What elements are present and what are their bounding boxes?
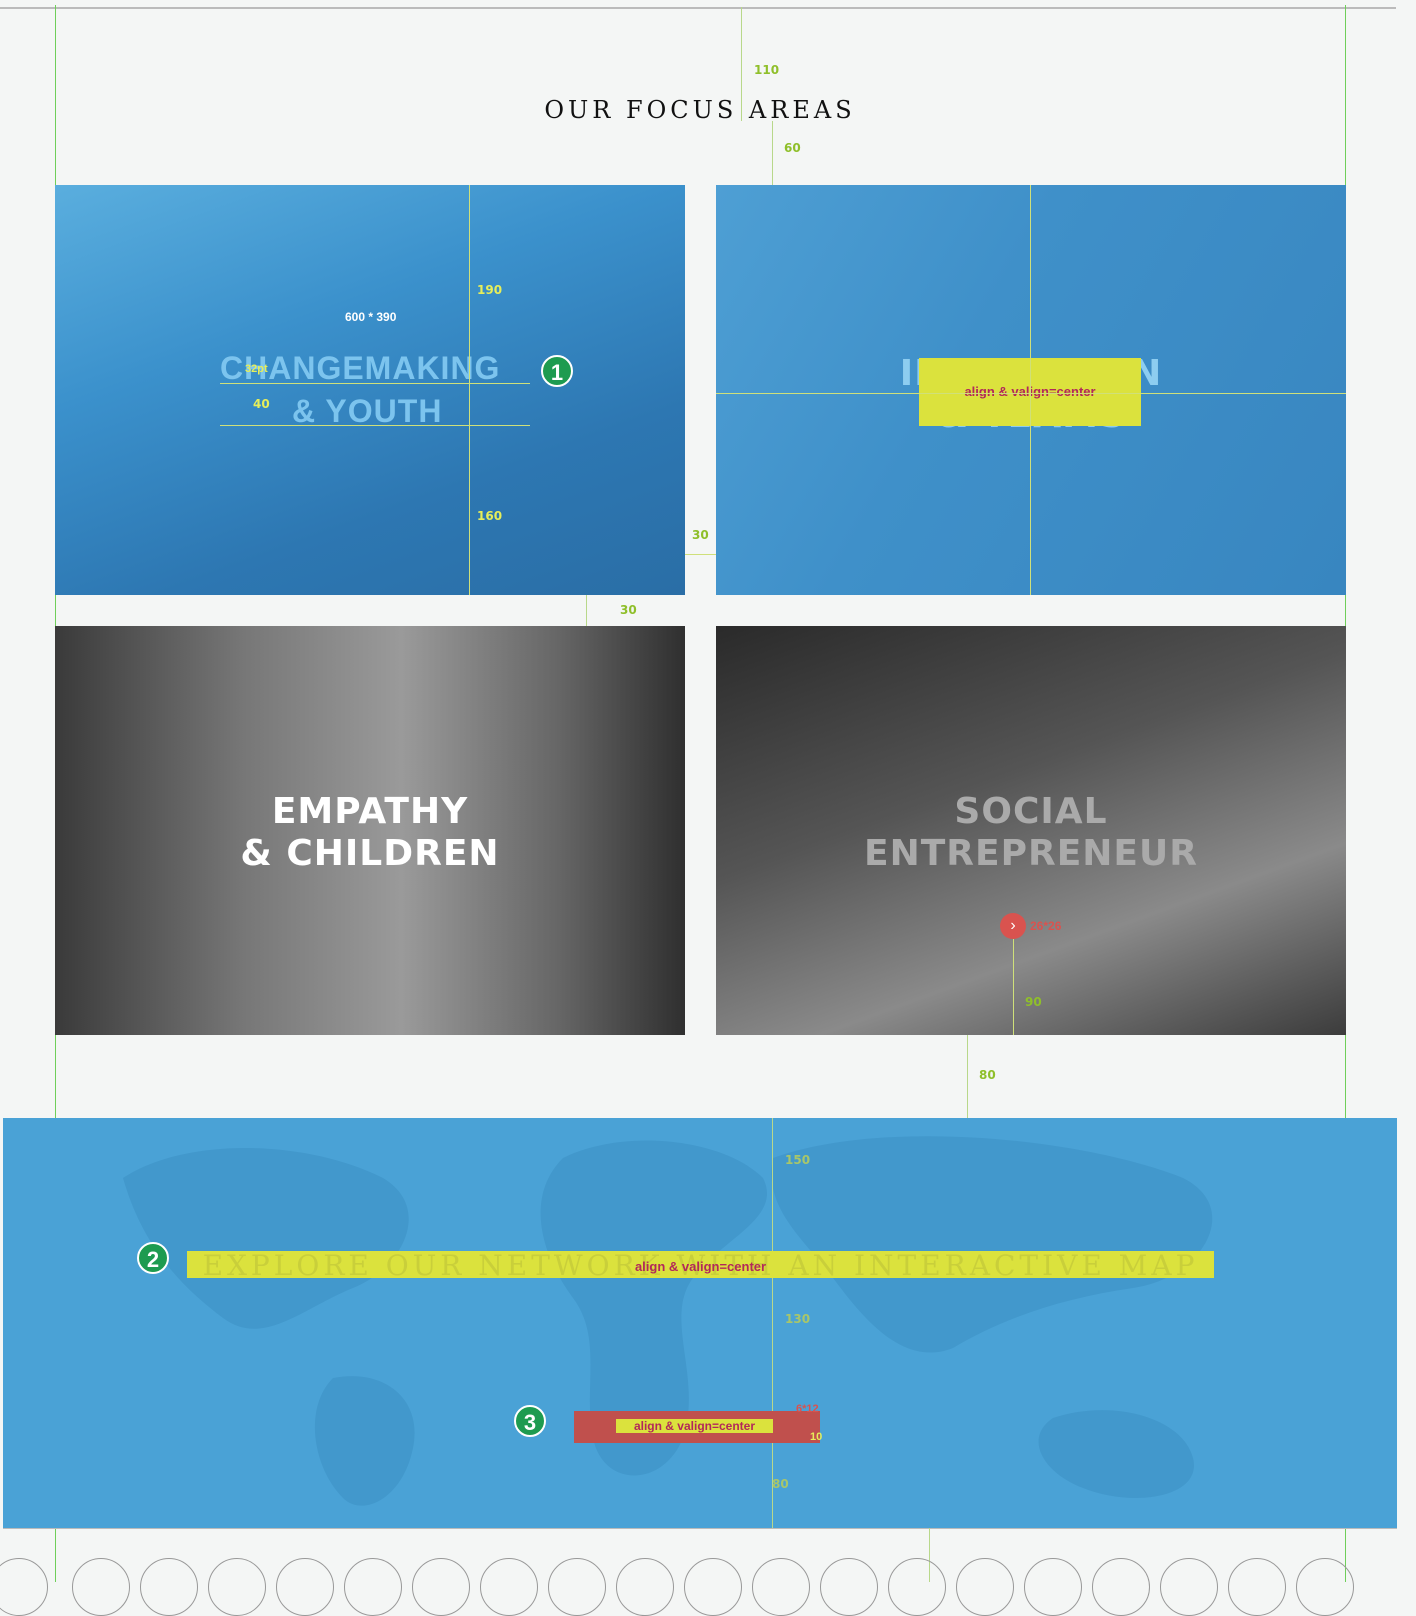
button-padding-label: 10 bbox=[810, 1431, 823, 1443]
guide-v bbox=[1013, 939, 1014, 1035]
focus-card-empathy[interactable]: EMPATHY & CHILDREN bbox=[55, 626, 685, 1035]
annotation-badge-3: 3 bbox=[514, 1405, 546, 1437]
measure-top-gap: 110 bbox=[754, 63, 780, 77]
guide-v bbox=[1030, 185, 1031, 595]
measure-card-bottom: 160 bbox=[477, 509, 503, 523]
measure-section-gap: 80 bbox=[979, 1068, 996, 1082]
bottom-rule bbox=[3, 1528, 1397, 1529]
guide-map-center bbox=[772, 1118, 773, 1528]
card-title-line1: EMPATHY bbox=[271, 791, 469, 832]
guide-line1 bbox=[220, 383, 530, 384]
focus-card-changemaking[interactable]: 600 * 390 CHANGEMAKING & YOUTH 32pt 190 … bbox=[55, 185, 685, 595]
measure-line-gap: 40 bbox=[253, 397, 270, 411]
guide-row-gap bbox=[586, 595, 587, 626]
measure-card-top: 190 bbox=[477, 283, 503, 297]
top-rule bbox=[0, 7, 1396, 9]
world-map-icon bbox=[123, 1136, 1213, 1506]
measure-map-mid: 130 bbox=[785, 1312, 811, 1326]
annotation-badge-1: 1 bbox=[541, 355, 573, 387]
measure-icon-gap: 90 bbox=[1025, 995, 1042, 1009]
section-title: OUR FOCUS AREAS bbox=[544, 96, 856, 124]
annotation-badge-2: 2 bbox=[137, 1242, 169, 1274]
focus-card-innovation[interactable]: INNOVATION & TEAMS align & valign=center bbox=[716, 185, 1346, 595]
card-title-line2: & CHILDREN bbox=[240, 833, 500, 874]
guide-col-gap bbox=[685, 554, 716, 555]
card-title-line1: SOCIAL bbox=[954, 791, 1108, 832]
measure-row-gap: 30 bbox=[620, 603, 637, 617]
measure-map-bottom: 80 bbox=[772, 1477, 789, 1491]
guide-v bbox=[469, 185, 470, 595]
guide-line2 bbox=[220, 425, 530, 426]
guide-title-gap bbox=[772, 121, 773, 185]
size-label: 600 * 390 bbox=[345, 310, 397, 324]
chevron-right-icon[interactable]: › bbox=[1000, 913, 1026, 939]
font-size-label: 32pt bbox=[245, 363, 268, 375]
focus-card-social[interactable]: SOCIAL ENTREPRENEUR › 26*26 90 bbox=[716, 626, 1346, 1035]
map-headline-align-note: align & valign=center bbox=[634, 1259, 767, 1274]
guide-section-gap bbox=[967, 1035, 968, 1118]
icon-size-label: 26*26 bbox=[1030, 919, 1062, 933]
map-section bbox=[3, 1118, 1397, 1528]
measure-map-top: 150 bbox=[785, 1153, 811, 1167]
measure-title-gap: 60 bbox=[784, 141, 801, 155]
guide-h bbox=[716, 393, 1346, 394]
button-icon-size-label: 6*12 bbox=[796, 1403, 819, 1415]
button-align-note: align & valign=center bbox=[616, 1419, 773, 1433]
measure-col-gap: 30 bbox=[692, 528, 709, 542]
card-title-line2: ENTREPRENEUR bbox=[864, 833, 1198, 874]
